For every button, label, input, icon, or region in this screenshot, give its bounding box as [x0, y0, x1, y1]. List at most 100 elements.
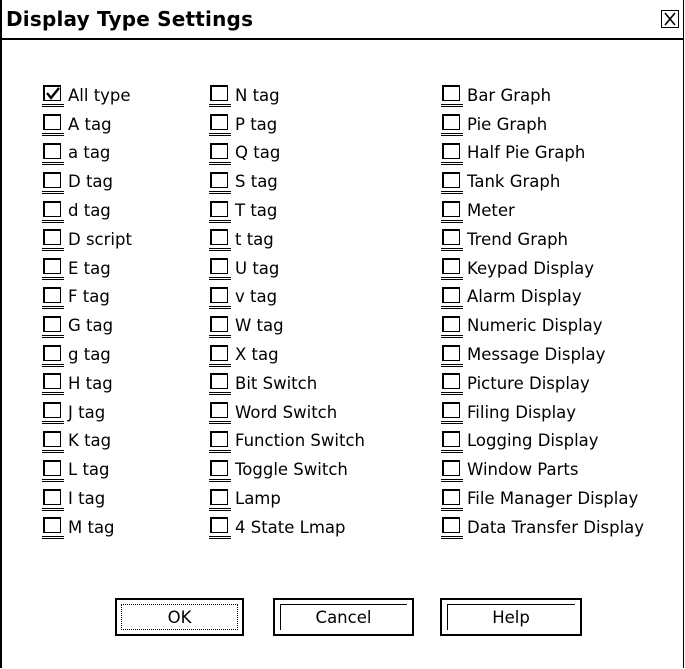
checkbox[interactable] [42, 113, 64, 137]
checkbox[interactable] [441, 372, 463, 396]
checkbox[interactable] [441, 257, 463, 281]
checkbox-item[interactable]: Tank Graph [441, 168, 644, 197]
checkbox-item[interactable]: Bit Switch [209, 370, 365, 399]
checkbox-item[interactable]: All type [42, 82, 132, 111]
checkbox[interactable] [441, 171, 463, 195]
checkbox[interactable] [441, 228, 463, 252]
cancel-button[interactable]: Cancel [273, 598, 414, 636]
checkbox-item[interactable]: H tag [42, 370, 132, 399]
checkbox[interactable] [209, 142, 231, 166]
checkbox-item[interactable]: K tag [42, 428, 132, 457]
checkbox[interactable] [441, 315, 463, 339]
checkbox-item[interactable]: N tag [209, 82, 365, 111]
checkbox[interactable] [42, 171, 64, 195]
checkbox-item[interactable]: Message Display [441, 341, 644, 370]
checkbox-item[interactable]: Word Switch [209, 399, 365, 428]
checkbox-item[interactable]: A tag [42, 111, 132, 140]
checkbox[interactable] [42, 401, 64, 425]
checkbox[interactable] [42, 459, 64, 483]
checkbox[interactable] [42, 200, 64, 224]
help-button[interactable]: Help [440, 598, 582, 636]
checkbox-item[interactable]: Data Transfer Display [441, 514, 644, 543]
checkbox[interactable] [42, 142, 64, 166]
checkbox[interactable] [441, 200, 463, 224]
checkbox[interactable] [42, 84, 64, 108]
checkbox-item[interactable]: t tag [209, 226, 365, 255]
checkbox[interactable] [441, 516, 463, 540]
checkbox[interactable] [209, 459, 231, 483]
checkbox[interactable] [209, 257, 231, 281]
checkbox[interactable] [42, 488, 64, 512]
checkbox-item[interactable]: Trend Graph [441, 226, 644, 255]
checkbox[interactable] [209, 401, 231, 425]
checkbox[interactable] [209, 315, 231, 339]
checkbox[interactable] [42, 228, 64, 252]
checkbox[interactable] [441, 84, 463, 108]
checkbox[interactable] [441, 459, 463, 483]
checkbox-item[interactable]: F tag [42, 284, 132, 313]
checkbox-item[interactable]: Logging Display [441, 428, 644, 457]
checkbox-item[interactable]: T tag [209, 197, 365, 226]
checkbox-item[interactable]: Function Switch [209, 428, 365, 457]
checkbox[interactable] [42, 286, 64, 310]
checkbox-item[interactable]: Alarm Display [441, 284, 644, 313]
checkbox-item[interactable]: Meter [441, 197, 644, 226]
checkbox-item[interactable]: W tag [209, 312, 365, 341]
checkbox[interactable] [441, 344, 463, 368]
checkbox-item[interactable]: J tag [42, 399, 132, 428]
checkbox[interactable] [209, 84, 231, 108]
checkbox[interactable] [42, 430, 64, 454]
checkbox-item[interactable]: Pie Graph [441, 111, 644, 140]
checkbox-item[interactable]: D tag [42, 168, 132, 197]
checkbox-item[interactable]: Toggle Switch [209, 456, 365, 485]
checkbox[interactable] [441, 286, 463, 310]
ok-button[interactable]: OK [115, 598, 244, 636]
checkbox[interactable] [42, 516, 64, 540]
checkbox-item[interactable]: I tag [42, 485, 132, 514]
checkbox-item[interactable]: E tag [42, 255, 132, 284]
checkbox[interactable] [42, 257, 64, 281]
checkbox[interactable] [209, 286, 231, 310]
checkbox-item[interactable]: d tag [42, 197, 132, 226]
checkbox[interactable] [209, 372, 231, 396]
checkbox[interactable] [209, 488, 231, 512]
checkbox-item[interactable]: Picture Display [441, 370, 644, 399]
checkbox-item[interactable]: Half Pie Graph [441, 140, 644, 169]
checkbox-item[interactable]: a tag [42, 140, 132, 169]
checkbox-item[interactable]: S tag [209, 168, 365, 197]
checkbox-item[interactable]: Bar Graph [441, 82, 644, 111]
checkbox[interactable] [42, 372, 64, 396]
checkbox-item[interactable]: G tag [42, 312, 132, 341]
checkbox[interactable] [209, 430, 231, 454]
close-button[interactable] [661, 10, 679, 28]
checkbox-item[interactable]: Window Parts [441, 456, 644, 485]
checkbox-item[interactable]: L tag [42, 456, 132, 485]
checkbox[interactable] [209, 200, 231, 224]
checkbox[interactable] [209, 228, 231, 252]
checkbox-item[interactable]: Lamp [209, 485, 365, 514]
checkbox-item[interactable]: Q tag [209, 140, 365, 169]
checkbox-item[interactable]: U tag [209, 255, 365, 284]
checkbox-item[interactable]: Keypad Display [441, 255, 644, 284]
checkbox-item[interactable]: X tag [209, 341, 365, 370]
checkbox[interactable] [42, 344, 64, 368]
checkbox-item[interactable]: D script [42, 226, 132, 255]
checkbox[interactable] [209, 113, 231, 137]
checkbox[interactable] [209, 516, 231, 540]
checkbox[interactable] [42, 315, 64, 339]
checkbox-item[interactable]: 4 State Lmap [209, 514, 365, 543]
checkbox[interactable] [441, 488, 463, 512]
checkbox[interactable] [209, 171, 231, 195]
checkbox-item[interactable]: v tag [209, 284, 365, 313]
checkbox[interactable] [441, 401, 463, 425]
checkbox[interactable] [441, 113, 463, 137]
checkbox-item[interactable]: g tag [42, 341, 132, 370]
checkbox-item[interactable]: Filing Display [441, 399, 644, 428]
checkbox-item[interactable]: Numeric Display [441, 312, 644, 341]
checkbox[interactable] [441, 142, 463, 166]
checkbox-item[interactable]: P tag [209, 111, 365, 140]
checkbox-item[interactable]: M tag [42, 514, 132, 543]
checkbox[interactable] [209, 344, 231, 368]
checkbox-item[interactable]: File Manager Display [441, 485, 644, 514]
checkbox[interactable] [441, 430, 463, 454]
